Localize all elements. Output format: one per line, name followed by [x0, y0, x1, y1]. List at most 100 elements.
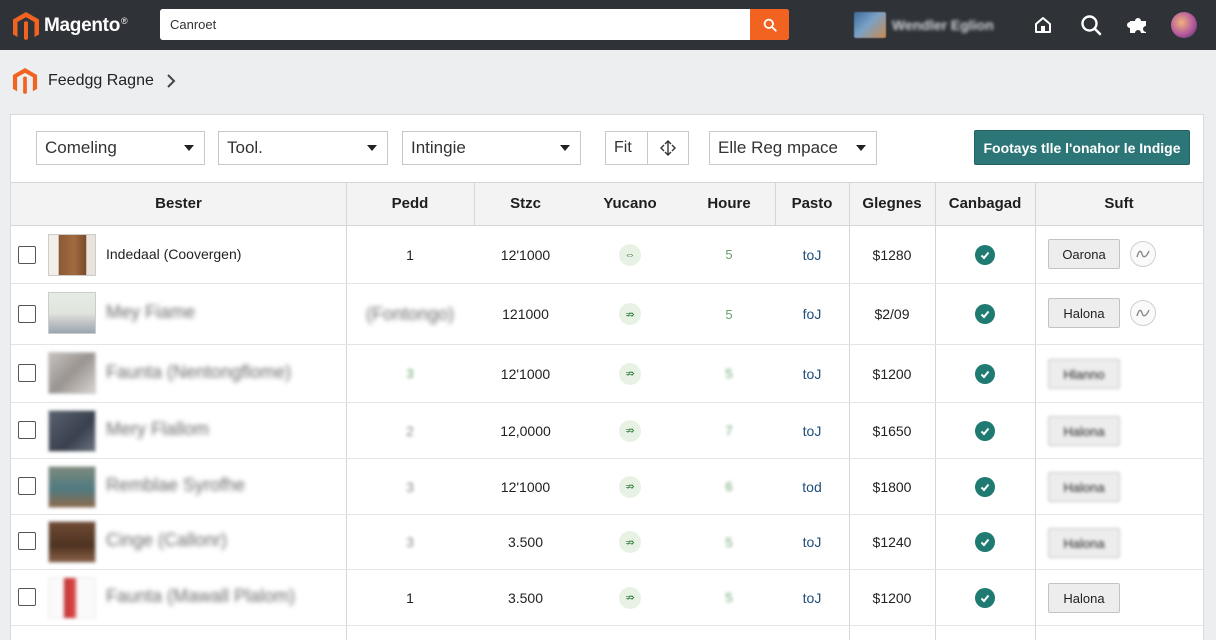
extensions-button[interactable]: [1126, 13, 1150, 37]
pasto-value: toJ: [802, 534, 822, 550]
product-thumbnail: [48, 234, 96, 276]
pedd-value: 2: [406, 422, 414, 439]
product-name[interactable]: Indedaal (Coovergen): [106, 246, 241, 262]
row-checkbox[interactable]: [18, 246, 36, 264]
product-name[interactable]: Cinge (Callonr): [106, 530, 227, 551]
fit-control: Fit: [605, 131, 689, 165]
sync-icon[interactable]: [1130, 241, 1156, 267]
table-row[interactable]: Mey Fiame (Fontongo) 121000 ⇏ 5 foJ $2/0…: [11, 284, 1203, 345]
search-input[interactable]: [160, 9, 750, 40]
pasto-value: tod: [802, 478, 822, 495]
row-checkbox[interactable]: [18, 364, 36, 382]
yucano-swap-icon: ⇔: [619, 243, 641, 266]
yucano-swap-icon: ⇏: [619, 531, 641, 553]
table-row[interactable]: Faunta (Nentongflome) 3 12'1000 ⇏ 5 toJ …: [11, 345, 1203, 403]
check-circle-icon: [975, 587, 995, 608]
pedd-value: 1: [406, 589, 414, 606]
avatar[interactable]: [1171, 12, 1197, 38]
table-row[interactable]: Remblae Syrofhe 3 12'1000 ⇏ 6 tod $1800 …: [11, 459, 1203, 515]
col-header-houre[interactable]: Houre: [683, 183, 775, 225]
stzc-value: 12'1000: [500, 478, 551, 495]
pedd-value: 3: [406, 366, 414, 381]
table-header: Bester Pedd Stzc Yucano Houre Pasto Gleg…: [11, 182, 1203, 226]
row-checkbox[interactable]: [18, 421, 36, 439]
row-action-button[interactable]: Halona: [1048, 472, 1120, 502]
check-circle-icon: [975, 244, 995, 265]
check-circle-icon: [975, 532, 995, 552]
product-name[interactable]: Faunta (Nentongflome): [106, 362, 291, 383]
pasto-value: toJ: [802, 422, 822, 439]
table-row[interactable]: Mery Flallom 2 12,0000 ⇏ 7 toJ $1650 Hal…: [11, 403, 1203, 459]
top-bar: Magento® Wendler Eglion: [0, 0, 1216, 50]
houre-value: 6: [725, 479, 733, 494]
col-header-yucano[interactable]: Yucano: [577, 183, 683, 225]
caret-down-icon: [856, 145, 866, 151]
row-checkbox[interactable]: [18, 532, 36, 550]
chevron-right-icon[interactable]: [166, 73, 176, 89]
glegnes-value: $1650: [872, 422, 912, 439]
stzc-value: 12,0000: [500, 422, 551, 439]
houre-value: 5: [725, 534, 733, 550]
store-name: Wendler Eglion: [892, 17, 994, 33]
page-title: Feedgg Ragne: [48, 72, 154, 89]
product-name[interactable]: Faunta (Mawall Plalom): [106, 586, 295, 607]
home-icon: [1035, 17, 1051, 33]
product-thumbnail: [48, 352, 96, 394]
col-header-bester[interactable]: Bester: [11, 183, 346, 225]
filter-select-1[interactable]: Comeling: [36, 131, 205, 165]
primary-action-button[interactable]: Footays tlle l'onahor le Indige: [974, 130, 1190, 165]
row-action-button[interactable]: Oarona: [1048, 239, 1120, 269]
pedd-value: (Fontongo): [365, 303, 455, 324]
glegnes-value: $2/09: [874, 306, 910, 322]
product-name[interactable]: Mey Fiame: [106, 302, 195, 323]
caret-down-icon: [367, 145, 377, 151]
magento-brand-icon: [12, 68, 38, 94]
sync-icon[interactable]: [1130, 300, 1156, 326]
caret-down-icon: [184, 145, 194, 151]
pedd-value: 3: [406, 534, 414, 550]
yucano-swap-icon: ⇏: [619, 586, 641, 609]
col-header-pedd[interactable]: Pedd: [346, 183, 474, 225]
fit-toggle-button[interactable]: [648, 132, 688, 164]
store-thumbnail: [854, 12, 886, 38]
houre-value: 5: [725, 247, 733, 262]
glegnes-value: $1200: [872, 589, 912, 606]
global-search-button[interactable]: [1079, 13, 1103, 37]
search-icon: [763, 18, 777, 32]
product-name[interactable]: Remblae Syrofhe: [106, 475, 245, 496]
product-name[interactable]: Mery Flallom: [106, 419, 209, 440]
col-header-stzc[interactable]: Stzc: [474, 183, 577, 225]
magnifier-icon: [1081, 15, 1102, 36]
filter-select-2[interactable]: Tool.: [218, 131, 388, 165]
store-switcher[interactable]: Wendler Eglion: [854, 12, 994, 38]
row-checkbox[interactable]: [18, 305, 36, 323]
row-action-button[interactable]: Halona: [1048, 298, 1120, 328]
filter-select-3[interactable]: Intingie: [402, 131, 581, 165]
product-thumbnail: [48, 466, 96, 508]
table-row[interactable]: Faunta (Mawall Plalom) 1 3.500 ⇏ 5 toJ $…: [11, 570, 1203, 626]
magento-logo[interactable]: Magento®: [12, 11, 128, 41]
filter-select-4[interactable]: Elle Reg mpace: [709, 131, 877, 165]
pasto-value: toJ: [802, 365, 822, 382]
row-checkbox[interactable]: [18, 588, 36, 606]
col-header-glegnes[interactable]: Glegnes: [849, 183, 935, 225]
col-header-suft[interactable]: Suft: [1035, 183, 1203, 225]
col-header-canbagad[interactable]: Canbagad: [935, 183, 1035, 225]
product-thumbnail: [48, 577, 96, 619]
check-circle-icon: [975, 420, 995, 441]
table-row[interactable]: Cinge (Callonr) 3 3.500 ⇏ 5 toJ $1240 Ha…: [11, 515, 1203, 570]
col-header-pasto[interactable]: Pasto: [775, 183, 849, 225]
fit-label: Fit: [606, 132, 648, 164]
product-thumbnail: [48, 292, 96, 334]
stzc-value: 3.500: [507, 534, 544, 550]
row-action-button[interactable]: Halona: [1048, 583, 1120, 613]
search-button[interactable]: [750, 9, 789, 40]
row-action-button[interactable]: Halona: [1048, 528, 1120, 558]
table-row[interactable]: Indedaal (Coovergen) 1 12'1000 ⇔ 5 toJ $…: [11, 226, 1203, 284]
row-action-button[interactable]: Halona: [1048, 416, 1120, 446]
row-checkbox[interactable]: [18, 477, 36, 495]
yucano-swap-icon: ⇏: [619, 362, 641, 385]
home-button[interactable]: [1031, 13, 1055, 37]
product-thumbnail: [48, 410, 96, 452]
row-action-button[interactable]: Hlanno: [1048, 359, 1120, 389]
